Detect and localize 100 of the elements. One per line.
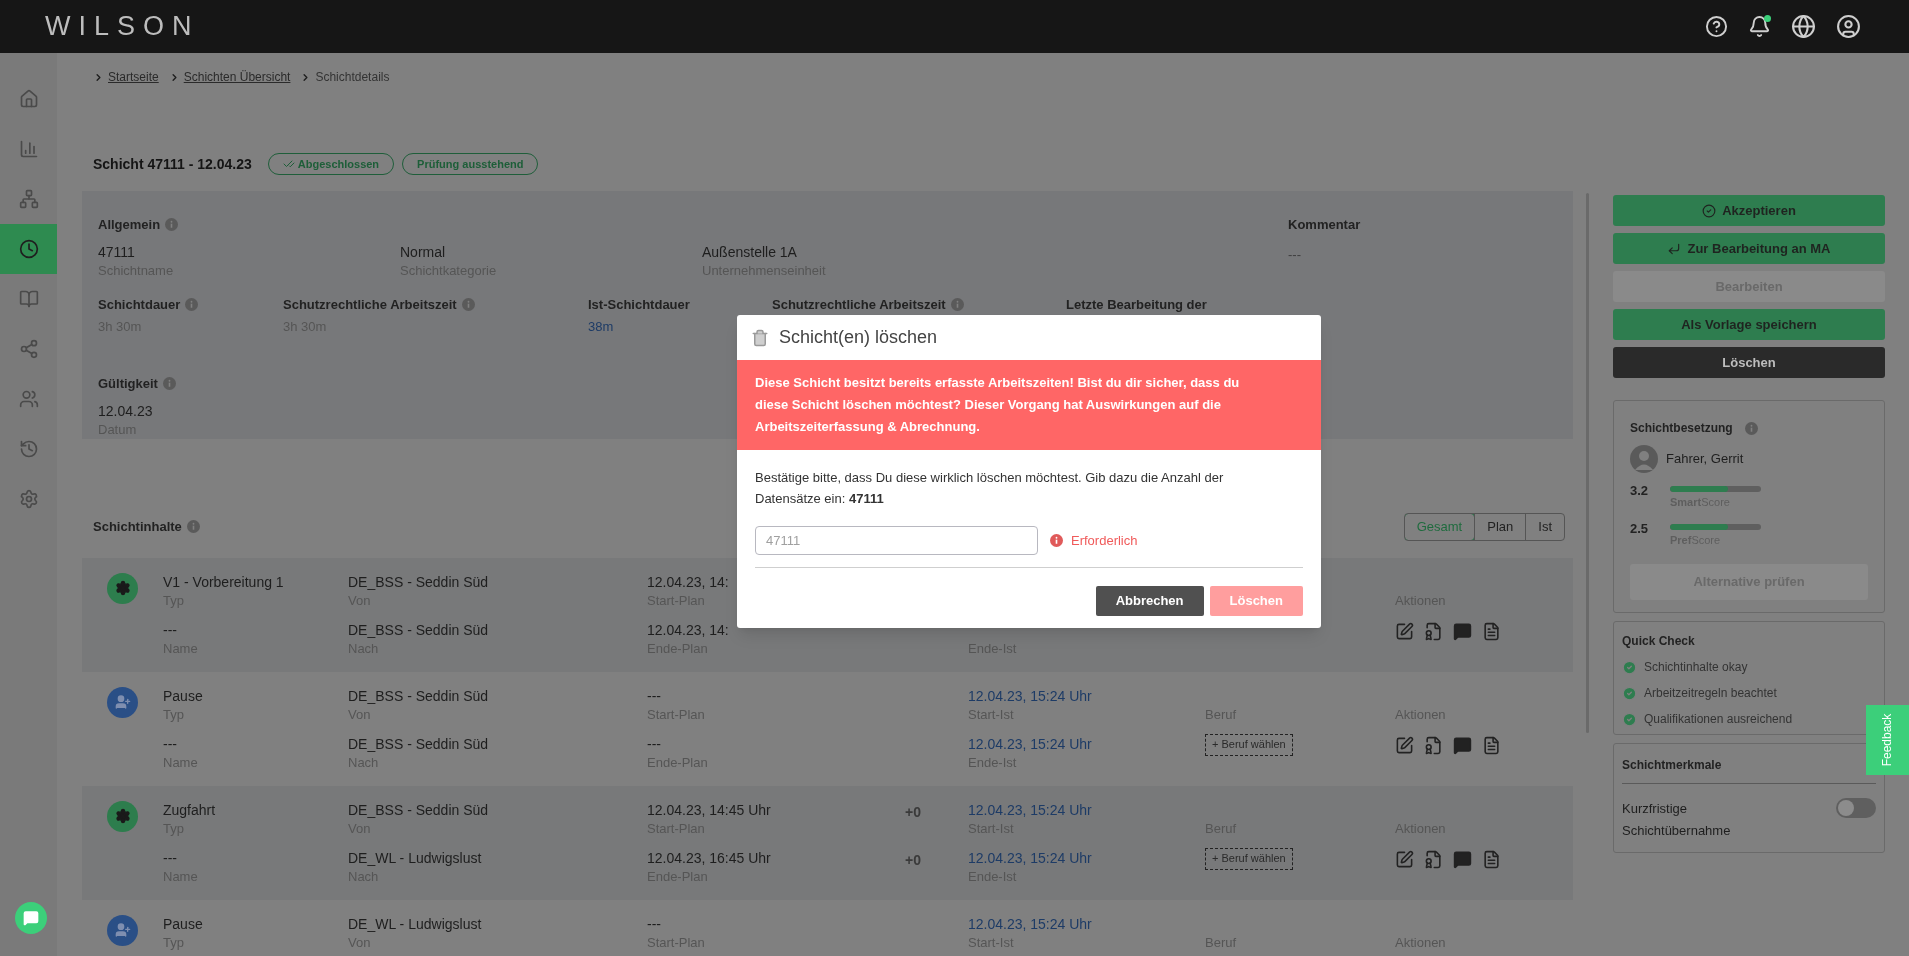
field-value: Normal <box>400 242 446 262</box>
document-icon[interactable] <box>1482 735 1501 755</box>
document-icon[interactable] <box>1482 621 1501 641</box>
gear-icon <box>107 572 138 604</box>
return-arrow-icon <box>1667 241 1682 256</box>
user-account-icon[interactable] <box>1836 14 1861 39</box>
document-icon[interactable] <box>1482 849 1501 869</box>
clock-icon <box>18 239 39 259</box>
share-nodes-icon <box>18 339 39 359</box>
filter-tab[interactable]: Plan <box>1474 513 1526 540</box>
delta-value: +0 <box>905 851 921 868</box>
end-actual-value: 12.04.23, 15:24 Uhr <box>968 734 1092 754</box>
type-value: V1 - Vorbereitung 1 <box>163 572 284 592</box>
notification-bell-icon[interactable] <box>1748 15 1771 38</box>
info-icon <box>165 218 179 232</box>
settings-icon <box>18 489 39 509</box>
avatar-icon <box>1630 445 1658 473</box>
from-value: DE_BSS - Seddin Süd <box>348 800 489 820</box>
comment-value: --- <box>1288 245 1302 264</box>
duration-value: 38m <box>588 319 614 334</box>
language-globe-icon[interactable] <box>1791 14 1816 39</box>
brand-logo[interactable]: WILSON <box>45 6 200 47</box>
type-value: Pause <box>163 914 203 934</box>
name-value: --- <box>163 848 177 868</box>
comment-icon[interactable] <box>1453 621 1472 641</box>
home-icon <box>18 89 39 109</box>
breadcrumb-link[interactable]: Schichten Übersicht <box>183 68 291 86</box>
end-plan-value: --- <box>647 734 661 754</box>
comment-icon[interactable] <box>1453 849 1472 869</box>
action-button[interactable]: Akzeptieren <box>1613 195 1885 226</box>
feature-label: Kurzfristige Schichtübernahme <box>1622 800 1732 840</box>
info-icon <box>185 297 199 311</box>
score-value: 2.5 <box>1630 519 1650 538</box>
sidebar-item[interactable] <box>0 224 57 274</box>
history-icon <box>18 439 39 459</box>
section-heading: Schichtbesetzung <box>1630 420 1733 437</box>
edit-icon[interactable] <box>1395 849 1414 869</box>
person-name: Fahrer, Gerrit <box>1666 450 1744 469</box>
check-item-label: Schichtinhalte okay <box>1644 659 1748 676</box>
feedback-tab[interactable]: Feedback <box>1866 705 1909 775</box>
section-heading: Kommentar <box>1288 216 1361 234</box>
start-actual-value: 12.04.23, 15:24 Uhr <box>968 800 1092 820</box>
info-icon <box>1744 421 1758 435</box>
certificate-file-icon[interactable] <box>1424 621 1443 641</box>
check-item-label: Qualifikationen ausreichend <box>1644 711 1793 728</box>
section-heading: Gültigkeit <box>98 375 158 393</box>
confirm-instructions: Bestätige bitte, dass Du diese wirklich löschen möchtest. Gib dazu die Anzahl der Datensätze ein: 47111 <box>755 469 1225 508</box>
breadcrumb-link[interactable]: Startseite <box>108 68 159 86</box>
network-icon <box>18 189 39 209</box>
end-plan-value: 12.04.23, 14: <box>647 620 729 640</box>
chat-icon <box>23 910 39 926</box>
info-icon <box>950 297 964 311</box>
choose-job-button[interactable]: + Beruf wählen <box>1205 733 1293 756</box>
edit-icon[interactable] <box>1395 735 1414 755</box>
check-circle-icon <box>1702 203 1717 218</box>
help-icon[interactable] <box>1705 15 1728 38</box>
comment-icon[interactable] <box>1453 735 1472 755</box>
info-icon <box>1050 534 1063 547</box>
name-value: --- <box>163 734 177 754</box>
from-value: DE_BSS - Seddin Süd <box>348 686 489 706</box>
dialog-button[interactable]: Abbrechen <box>1095 586 1204 616</box>
check-icon <box>282 158 295 170</box>
action-button[interactable]: Löschen <box>1613 347 1885 378</box>
edit-icon[interactable] <box>1395 621 1414 641</box>
confirm-input-field[interactable]: 47111 <box>755 526 1038 555</box>
section-heading: Schutzrechtliche Arbeitszeit <box>772 295 946 314</box>
start-plan-value: --- <box>647 686 661 706</box>
choose-job-button[interactable]: + Beruf wählen <box>1205 847 1293 870</box>
field-value: 12.04.23 <box>98 401 153 421</box>
type-value: Zugfahrt <box>163 800 216 820</box>
user-plus-icon <box>107 686 138 718</box>
chevron-icon <box>93 71 104 83</box>
section-heading: Schutzrechtliche Arbeitszeit <box>283 295 457 314</box>
toggle-switch[interactable] <box>1836 798 1876 818</box>
name-value: --- <box>163 620 177 640</box>
error-message: Erforderlich <box>1071 531 1138 550</box>
action-button[interactable]: Zur Bearbeitung an MA <box>1613 233 1885 264</box>
section-heading: Letzte Bearbeitung der <box>1066 295 1207 314</box>
certificate-file-icon[interactable] <box>1424 735 1443 755</box>
type-value: Pause <box>163 686 203 706</box>
section-heading: Quick Check <box>1622 633 1696 650</box>
filter-tab[interactable]: Ist <box>1525 513 1564 540</box>
info-icon <box>186 520 200 533</box>
start-plan-value: 12.04.23, 14: <box>647 572 729 592</box>
to-value: DE_WL - Ludwigslust <box>348 848 482 868</box>
delta-value: +0 <box>905 803 921 820</box>
certificate-file-icon[interactable] <box>1424 849 1443 869</box>
section-heading: Allgemein <box>98 216 161 234</box>
from-value: DE_BSS - Seddin Süd <box>348 572 489 592</box>
score-value: 3.2 <box>1630 482 1650 500</box>
section-heading: Schichtinhalte <box>93 517 182 536</box>
page-title: Schicht 47111 - 12.04.23 <box>93 154 252 174</box>
section-heading: Ist-Schichtdauer <box>588 295 690 314</box>
field-value: 47111 <box>98 242 135 262</box>
user-plus-icon <box>107 914 138 946</box>
to-value: DE_BSS - Seddin Süd <box>348 734 489 754</box>
start-plan-value: 12.04.23, 14:45 Uhr <box>647 800 771 820</box>
action-button[interactable]: Als Vorlage speichern <box>1613 309 1885 340</box>
info-icon <box>461 297 475 311</box>
trash-icon <box>751 328 769 347</box>
